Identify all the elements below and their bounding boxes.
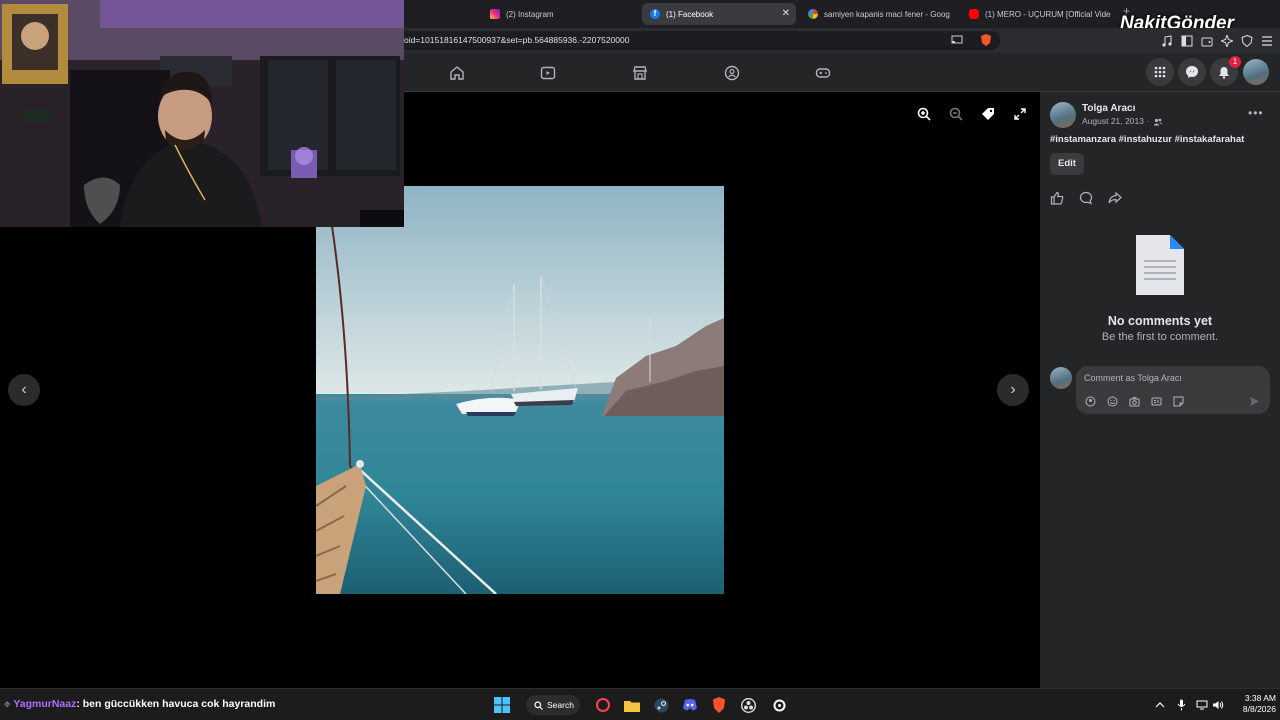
grid-icon: [1154, 66, 1166, 78]
like-icon[interactable]: [1049, 190, 1065, 206]
tab-youtube[interactable]: (1) MERO - UÇURUM [Official Video: [961, 3, 1111, 25]
tab-facebook[interactable]: f (1) Facebook ✕: [642, 3, 796, 25]
obs-studio-icon[interactable]: [739, 696, 757, 714]
zoom-out-button[interactable]: [945, 103, 967, 125]
stream-chat-message: ⯑ YagmurNaaz: ben güccükken havuca cok ha…: [4, 698, 275, 710]
gaming-icon[interactable]: [813, 63, 833, 83]
system-clock[interactable]: 3:38 AM 8/8/2026: [1226, 693, 1276, 715]
profile-avatar[interactable]: [1243, 59, 1269, 85]
steelseries-icon[interactable]: [770, 696, 788, 714]
previous-photo-button[interactable]: ‹: [8, 374, 40, 406]
tag-icon: [982, 108, 994, 120]
menu-icon[interactable]: [1260, 34, 1273, 47]
volume-icon[interactable]: [1212, 699, 1224, 711]
cast-icon[interactable]: [950, 33, 964, 47]
notification-badge: 1: [1229, 56, 1241, 68]
document-icon: [1136, 235, 1184, 295]
tag-button[interactable]: [977, 103, 999, 125]
avatar-sticker-icon[interactable]: [1084, 395, 1096, 407]
chat-user-icon: ⯑: [4, 700, 11, 709]
next-photo-button[interactable]: ›: [997, 374, 1029, 406]
author-avatar[interactable]: [1050, 102, 1076, 128]
fullscreen-button[interactable]: [1009, 103, 1031, 125]
zoom-in-icon: [917, 107, 931, 121]
instagram-icon: [490, 9, 500, 19]
tab-google-title: samiyen kapanis maci fener - Goog: [824, 9, 950, 19]
no-comments-subtitle: Be the first to comment.: [1101, 331, 1219, 343]
close-tab-icon[interactable]: ✕: [782, 8, 790, 19]
zoom-in-button[interactable]: [913, 103, 935, 125]
friends-audience-icon: [1153, 118, 1163, 126]
edit-button[interactable]: Edit: [1050, 153, 1084, 175]
comment-icon[interactable]: [1078, 190, 1094, 206]
wallet-icon[interactable]: [1200, 34, 1213, 47]
chevron-up-icon[interactable]: [1154, 699, 1166, 711]
expand-icon: [1014, 108, 1026, 120]
search-icon: [534, 700, 543, 710]
microphone-icon[interactable]: [1175, 699, 1187, 711]
facebook-icon: f: [650, 9, 660, 19]
streamer-webcam: [0, 0, 404, 227]
no-comments-title: No comments yet: [1107, 314, 1213, 328]
sidebar-toggle-icon[interactable]: [1180, 34, 1193, 47]
sticker-icon[interactable]: [1172, 395, 1184, 407]
post-photo: [316, 186, 724, 594]
post-sidebar: Tolga Aracı August 21, 2013 · ••• #insta…: [1040, 92, 1280, 688]
search-label: Search: [547, 700, 574, 710]
emoji-icon[interactable]: [1106, 395, 1118, 407]
author-name[interactable]: Tolga Aracı: [1082, 103, 1135, 114]
chat-text: : ben güccükken havuca cok hayrandim: [76, 698, 276, 710]
vpn-shield-icon[interactable]: [1240, 34, 1253, 47]
share-icon[interactable]: [1107, 190, 1123, 206]
google-icon: [808, 9, 818, 19]
post-date: August 21, 2013 ·: [1082, 116, 1163, 126]
clock-date: 8/8/2026: [1242, 704, 1276, 714]
url-text: oid=10151816147500937&set=pb.564885936.-…: [404, 35, 630, 45]
post-caption-hashtags[interactable]: #instamanzara #instahuzur #instakafaraha…: [1050, 134, 1244, 145]
network-icon[interactable]: [1196, 699, 1208, 711]
brave-browser-icon[interactable]: [710, 696, 728, 714]
tab-facebook-title: (1) Facebook: [666, 9, 714, 19]
youtube-icon: [969, 9, 979, 19]
gif-icon[interactable]: [1150, 395, 1162, 407]
camera-icon[interactable]: [1128, 395, 1140, 407]
messenger-icon: [1186, 66, 1198, 78]
file-explorer-icon[interactable]: [623, 696, 641, 714]
commenter-avatar[interactable]: [1050, 367, 1072, 389]
bell-icon: [1219, 66, 1229, 79]
comment-input[interactable]: [1084, 371, 1260, 385]
chevron-left-icon: ‹: [21, 381, 27, 398]
more-options-button[interactable]: •••: [1248, 106, 1264, 120]
chat-username: YagmurNaaz: [13, 698, 77, 710]
post-date-text[interactable]: August 21, 2013 ·: [1082, 116, 1149, 126]
clock-time: 3:38 AM: [1244, 693, 1276, 703]
url-bar[interactable]: oid=10151816147500937&set=pb.564885936.-…: [398, 31, 1000, 50]
discord-icon[interactable]: [681, 696, 699, 714]
chevron-right-icon: ›: [1010, 381, 1016, 398]
windows-taskbar: ⯑ YagmurNaaz: ben güccükken havuca cok ha…: [0, 688, 1280, 720]
tab-instagram-title: (2) Instagram: [506, 9, 554, 19]
steam-icon[interactable]: [652, 696, 670, 714]
comment-composer: [1076, 366, 1270, 414]
windows-start-icon[interactable]: [493, 696, 511, 714]
music-icon[interactable]: [1160, 34, 1173, 47]
video-icon[interactable]: [538, 63, 558, 83]
tab-youtube-title: (1) MERO - UÇURUM [Official Video: [985, 9, 1111, 19]
home-icon[interactable]: [447, 63, 467, 83]
groups-icon[interactable]: [722, 63, 742, 83]
tab-instagram[interactable]: (2) Instagram: [482, 3, 632, 25]
opera-gx-icon[interactable]: [594, 696, 612, 714]
tab-google-search[interactable]: samiyen kapanis maci fener - Goog: [800, 3, 952, 25]
brave-shield-icon[interactable]: [979, 33, 993, 47]
send-icon[interactable]: [1248, 395, 1260, 407]
taskbar-search[interactable]: Search: [526, 695, 580, 715]
ai-sparkle-icon[interactable]: [1220, 34, 1233, 47]
menu-grid-button[interactable]: [1146, 58, 1174, 86]
zoom-out-icon: [949, 107, 963, 121]
messenger-button[interactable]: [1178, 58, 1206, 86]
marketplace-icon[interactable]: [630, 63, 650, 83]
